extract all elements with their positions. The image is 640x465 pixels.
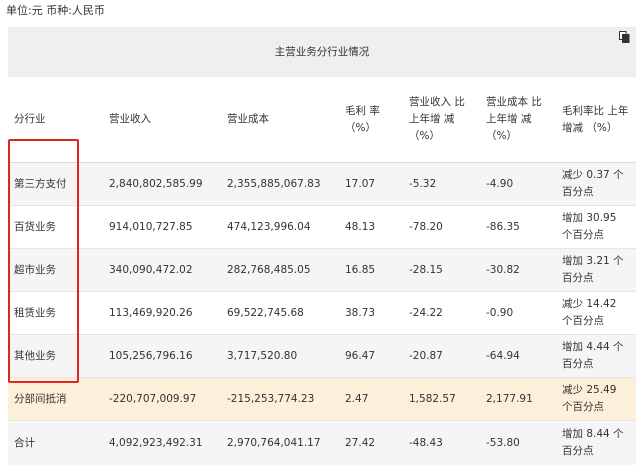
cell-revenue-change: -48.43 <box>403 421 480 465</box>
cell-cost: 2,970,764,041.17 <box>221 421 339 465</box>
cell-cost-change: -4.90 <box>480 163 556 206</box>
table-row: 百货业务 914,010,727.85 474,123,996.04 48.13… <box>8 206 636 249</box>
cell-margin-change: 增加 30.95 个百分点 <box>556 206 636 249</box>
cell-gross-margin: 38.73 <box>339 292 403 335</box>
cell-revenue-change: -24.22 <box>403 292 480 335</box>
cell-gross-margin: 27.42 <box>339 421 403 465</box>
cell-cost: 474,123,996.04 <box>221 206 339 249</box>
cell-cost: 3,717,520.80 <box>221 335 339 378</box>
cell-gross-margin: 2.47 <box>339 378 403 421</box>
cell-revenue: 113,469,920.26 <box>103 292 221 335</box>
cell-gross-margin: 96.47 <box>339 335 403 378</box>
cell-cost-change: -64.94 <box>480 335 556 378</box>
cell-revenue: 105,256,796.16 <box>103 335 221 378</box>
col-header-margin-change: 毛利率比 上年增减 （%） <box>556 77 636 163</box>
col-header-cost: 营业成本 <box>221 77 339 163</box>
cell-cost-change: -30.82 <box>480 249 556 292</box>
cell-industry: 第三方支付 <box>8 163 103 206</box>
industry-table: 主营业务分行业情况 分行业 营业收入 营业成本 毛利 率（%） 营业收入 比上年… <box>8 27 636 465</box>
table-row: 第三方支付 2,840,802,585.99 2,355,885,067.83 … <box>8 163 636 206</box>
cell-revenue: 340,090,472.02 <box>103 249 221 292</box>
cell-industry: 超市业务 <box>8 249 103 292</box>
cell-cost: 282,768,485.05 <box>221 249 339 292</box>
cell-cost: -215,253,774.23 <box>221 378 339 421</box>
table-title-text: 主营业务分行业情况 <box>275 46 370 58</box>
cell-revenue-change: 1,582.57 <box>403 378 480 421</box>
cell-revenue: -220,707,009.97 <box>103 378 221 421</box>
cell-margin-change: 增加 4.44 个百分点 <box>556 335 636 378</box>
col-header-revenue: 营业收入 <box>103 77 221 163</box>
cell-margin-change: 增加 3.21 个百分点 <box>556 249 636 292</box>
table-title-row: 主营业务分行业情况 <box>8 27 636 77</box>
cell-cost: 69,522,745.68 <box>221 292 339 335</box>
cell-cost-change: 2,177.91 <box>480 378 556 421</box>
cell-margin-change: 减少 14.42 个百分点 <box>556 292 636 335</box>
cell-cost-change: -0.90 <box>480 292 556 335</box>
cell-gross-margin: 48.13 <box>339 206 403 249</box>
cell-industry: 租赁业务 <box>8 292 103 335</box>
col-header-industry: 分行业 <box>8 77 103 163</box>
cell-cost-change: -53.80 <box>480 421 556 465</box>
cell-revenue: 2,840,802,585.99 <box>103 163 221 206</box>
cell-gross-margin: 17.07 <box>339 163 403 206</box>
cell-cost-change: -86.35 <box>480 206 556 249</box>
col-header-revenue-change: 营业收入 比上年增 减（%） <box>403 77 480 163</box>
table-row: 租赁业务 113,469,920.26 69,522,745.68 38.73 … <box>8 292 636 335</box>
col-header-gross-margin: 毛利 率（%） <box>339 77 403 163</box>
cell-margin-change: 增加 8.44 个百分点 <box>556 421 636 465</box>
cell-revenue-change: -20.87 <box>403 335 480 378</box>
cell-revenue: 4,092,923,492.31 <box>103 421 221 465</box>
cell-gross-margin: 16.85 <box>339 249 403 292</box>
cell-margin-change: 减少 0.37 个百分点 <box>556 163 636 206</box>
table-title: 主营业务分行业情况 <box>8 27 636 77</box>
cell-revenue-change: -5.32 <box>403 163 480 206</box>
cell-cost: 2,355,885,067.83 <box>221 163 339 206</box>
table-row: 超市业务 340,090,472.02 282,768,485.05 16.85… <box>8 249 636 292</box>
cell-margin-change: 减少 25.49 个百分点 <box>556 378 636 421</box>
column-header-row: 分行业 营业收入 营业成本 毛利 率（%） 营业收入 比上年增 减（%） 营业成… <box>8 77 636 163</box>
copy-icon[interactable] <box>619 31 630 43</box>
cell-revenue: 914,010,727.85 <box>103 206 221 249</box>
cell-revenue-change: -78.20 <box>403 206 480 249</box>
table-row-total: 合计 4,092,923,492.31 2,970,764,041.17 27.… <box>8 421 636 465</box>
cell-industry: 合计 <box>8 421 103 465</box>
cell-industry: 分部间抵消 <box>8 378 103 421</box>
cell-revenue-change: -28.15 <box>403 249 480 292</box>
cell-industry: 其他业务 <box>8 335 103 378</box>
table-row-offset: 分部间抵消 -220,707,009.97 -215,253,774.23 2.… <box>8 378 636 421</box>
unit-note: 单位:元 币种:人民币 <box>6 2 105 18</box>
table-row: 其他业务 105,256,796.16 3,717,520.80 96.47 -… <box>8 335 636 378</box>
col-header-cost-change: 营业成本 比上年增 减（%） <box>480 77 556 163</box>
cell-industry: 百货业务 <box>8 206 103 249</box>
